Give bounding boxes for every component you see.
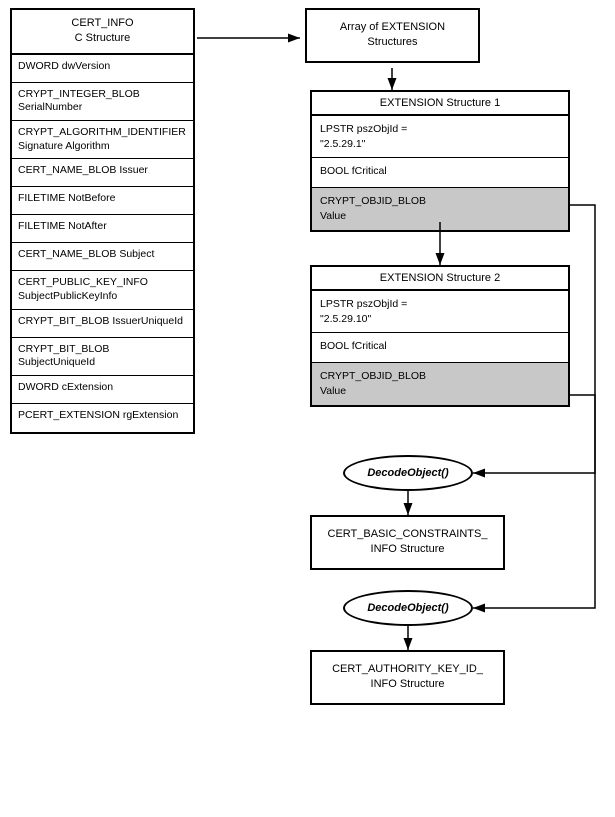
field-subject: CERT_NAME_BLOB Subject (12, 243, 193, 271)
field-issuer-unique-id: CRYPT_BIT_BLOB IssuerUniqueId (12, 310, 193, 338)
diagram: CERT_INFO C Structure DWORD dwVersion CR… (0, 0, 615, 817)
array-box: Array of EXTENSION Structures (305, 8, 480, 63)
field-not-before: FILETIME NotBefore (12, 187, 193, 215)
ext2-field1: LPSTR pszObjId ="2.5.29.10" (312, 291, 568, 333)
authority-key-box: CERT_AUTHORITY_KEY_ID_ INFO Structure (310, 650, 505, 705)
ext1-field2: BOOL fCritical (312, 158, 568, 188)
ext1-field1: LPSTR pszObjId ="2.5.29.1" (312, 116, 568, 158)
field-issuer: CERT_NAME_BLOB Issuer (12, 159, 193, 187)
cert-info-fields: DWORD dwVersion CRYPT_INTEGER_BLOBSerial… (12, 55, 193, 432)
cert-info-title: CERT_INFO C Structure (12, 10, 193, 55)
field-subject-public-key: CERT_PUBLIC_KEY_INFOSubjectPublicKeyInfo (12, 271, 193, 309)
field-c-extension: DWORD cExtension (12, 376, 193, 404)
ext2-box: EXTENSION Structure 2 LPSTR pszObjId ="2… (310, 265, 570, 407)
decode-object-2: DecodeObject() (343, 590, 473, 626)
cert-info-box: CERT_INFO C Structure DWORD dwVersion CR… (10, 8, 195, 434)
ext1-box: EXTENSION Structure 1 LPSTR pszObjId ="2… (310, 90, 570, 232)
field-serial-number: CRYPT_INTEGER_BLOBSerialNumber (12, 83, 193, 121)
decode-object-1: DecodeObject() (343, 455, 473, 491)
ext1-title: EXTENSION Structure 1 (312, 92, 568, 116)
ext2-title: EXTENSION Structure 2 (312, 267, 568, 291)
ext2-field2: BOOL fCritical (312, 333, 568, 363)
field-rg-extension: PCERT_EXTENSION rgExtension (12, 404, 193, 432)
basic-constraints-box: CERT_BASIC_CONSTRAINTS_ INFO Structure (310, 515, 505, 570)
field-dw-version: DWORD dwVersion (12, 55, 193, 83)
ext2-field3: CRYPT_OBJID_BLOBValue (312, 363, 568, 404)
field-subject-unique-id: CRYPT_BIT_BLOBSubjectUniqueId (12, 338, 193, 376)
ext1-field3: CRYPT_OBJID_BLOBValue (312, 188, 568, 229)
field-signature-algorithm: CRYPT_ALGORITHM_IDENTIFIERSignature Algo… (12, 121, 193, 159)
field-not-after: FILETIME NotAfter (12, 215, 193, 243)
